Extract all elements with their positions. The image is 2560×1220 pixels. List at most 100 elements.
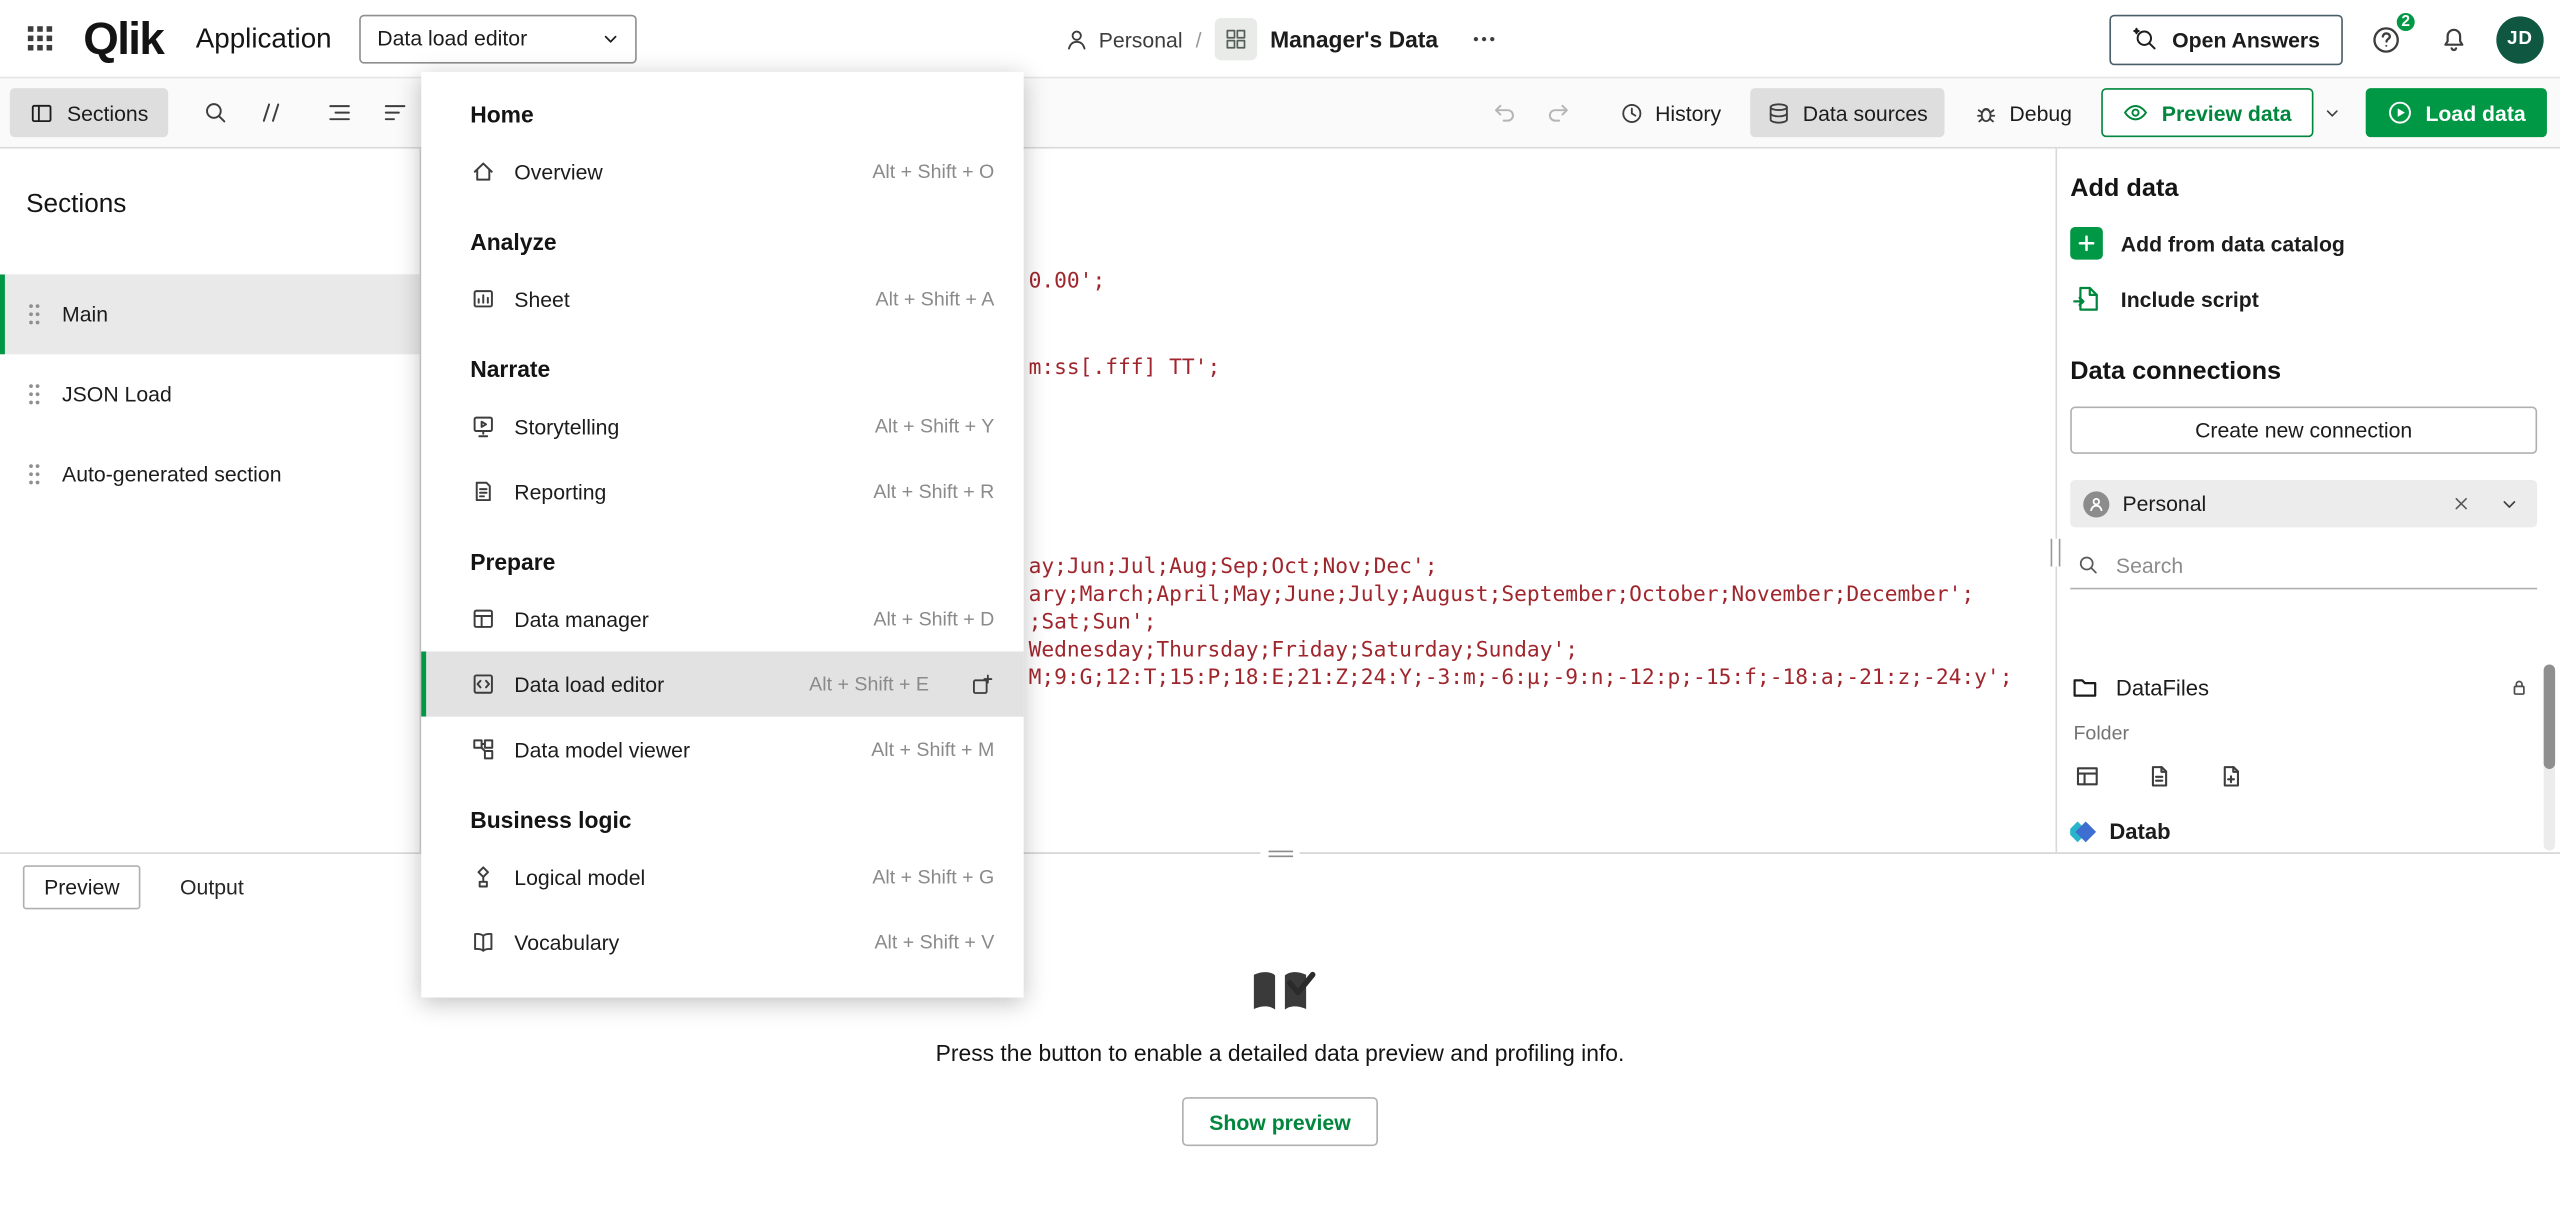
menu-item-sheet[interactable]: Sheet Alt + Shift + A xyxy=(421,266,1023,331)
menu-item-shortcut: Alt + Shift + E xyxy=(809,673,929,696)
panel-resize-handle[interactable] xyxy=(2051,539,2061,567)
sections-toggle-label: Sections xyxy=(67,100,148,124)
create-connection-button[interactable]: Create new connection xyxy=(2070,407,2537,454)
view-selector-dropdown[interactable]: Data load editor xyxy=(359,14,637,63)
menu-item-data-manager[interactable]: Data manager Alt + Shift + D xyxy=(421,586,1023,651)
data-load-editor-icon xyxy=(470,671,496,697)
section-item-label: Main xyxy=(62,302,108,326)
section-item-main[interactable]: Main xyxy=(0,274,420,354)
show-preview-button[interactable]: Show preview xyxy=(1181,1097,1378,1146)
code-line: ay;Jun;Jul;Aug;Sep;Oct;Nov;Dec'; xyxy=(1029,553,1438,581)
history-label: History xyxy=(1655,100,1721,124)
code-line: m:ss[.fff] TT'; xyxy=(1029,354,1221,382)
top-right-cluster: Open Answers 2 JD xyxy=(2110,0,2544,78)
drag-handle-icon[interactable] xyxy=(28,382,41,406)
wrap-icon xyxy=(382,100,408,126)
connector-logo-icon xyxy=(2070,824,2093,839)
menu-item-data-load-editor[interactable]: Data load editor Alt + Shift + E xyxy=(421,651,1023,716)
reporting-icon xyxy=(470,478,496,504)
include-script-icon xyxy=(2070,282,2103,315)
connection-datafiles[interactable]: DataFiles xyxy=(2070,663,2534,712)
connections-scrollbar[interactable] xyxy=(2544,664,2555,850)
chevron-down-icon xyxy=(2322,102,2343,123)
open-answers-label: Open Answers xyxy=(2172,27,2320,51)
redo-button[interactable] xyxy=(1531,88,1587,137)
space-filter-value: Personal xyxy=(2122,491,2206,515)
open-answers-button[interactable]: Open Answers xyxy=(2110,14,2343,65)
preview-empty-message: Press the button to enable a detailed da… xyxy=(936,1040,1625,1066)
preview-tab[interactable]: Preview xyxy=(23,865,141,909)
wrap-text-button[interactable] xyxy=(367,88,423,137)
app-launcher-button[interactable] xyxy=(8,7,70,69)
menu-item-overview[interactable]: Overview Alt + Shift + O xyxy=(421,139,1023,204)
preview-data-caret-button[interactable] xyxy=(2313,88,2352,137)
indent-button[interactable] xyxy=(312,88,368,137)
menu-item-reporting[interactable]: Reporting Alt + Shift + R xyxy=(421,459,1023,524)
menu-item-data-model-viewer[interactable]: Data model viewer Alt + Shift + M xyxy=(421,717,1023,782)
menu-group-title: Business logic xyxy=(421,782,1023,844)
chevron-down-icon[interactable] xyxy=(2491,486,2527,522)
include-script-button[interactable]: Include script xyxy=(2070,282,2537,315)
preview-output-panel: Preview Output Press the button to enabl… xyxy=(0,852,2560,1219)
script-icon[interactable] xyxy=(2145,762,2173,790)
sections-toggle-button[interactable]: Sections xyxy=(10,88,168,137)
menu-item-label: Data manager xyxy=(514,607,649,631)
open-new-tab-icon[interactable] xyxy=(970,672,994,696)
connections-search-input[interactable] xyxy=(2113,551,2531,579)
folder-icon xyxy=(2070,673,2099,702)
horizontal-resize-handle[interactable] xyxy=(1260,844,1299,862)
add-data-icon[interactable] xyxy=(2217,762,2245,790)
menu-item-shortcut: Alt + Shift + A xyxy=(876,287,995,310)
code-line: ary;March;April;May;June;July;August;Sep… xyxy=(1029,581,1975,609)
drag-handle-icon[interactable] xyxy=(28,462,41,486)
menu-item-shortcut: Alt + Shift + G xyxy=(872,865,994,888)
connection-partial[interactable]: Datab xyxy=(2070,820,2534,844)
history-button[interactable]: History xyxy=(1603,88,1738,137)
preview-data-button[interactable]: Preview data xyxy=(2101,88,2312,137)
include-script-label: Include script xyxy=(2121,287,2259,311)
view-selector-value: Data load editor xyxy=(377,26,527,50)
menu-item-logical-model[interactable]: Logical model Alt + Shift + G xyxy=(421,844,1023,909)
home-icon xyxy=(470,158,496,184)
app-launcher-icon xyxy=(25,24,53,52)
indent-icon xyxy=(326,100,352,126)
menu-item-shortcut: Alt + Shift + M xyxy=(871,738,994,761)
section-item-auto-generated[interactable]: Auto-generated section xyxy=(0,434,420,514)
debug-button[interactable]: Debug xyxy=(1957,88,2088,137)
app-more-menu-button[interactable] xyxy=(1461,16,1507,62)
section-list: Main JSON Load Auto-generated section xyxy=(0,274,420,514)
section-item-json-load[interactable]: JSON Load xyxy=(0,354,420,434)
menu-item-storytelling[interactable]: Storytelling Alt + Shift + Y xyxy=(421,393,1023,458)
app-name: Manager's Data xyxy=(1270,26,1438,52)
space-filter-dropdown[interactable]: Personal xyxy=(2070,480,2537,527)
user-avatar[interactable]: JD xyxy=(2496,16,2543,63)
code-line: Wednesday;Thursday;Friday;Saturday;Sunda… xyxy=(1029,637,1578,665)
bell-icon xyxy=(2439,24,2468,53)
section-item-label: JSON Load xyxy=(62,382,172,406)
app-thumbnail-icon[interactable] xyxy=(1215,18,1257,60)
lock-icon xyxy=(2508,676,2531,699)
load-data-button[interactable]: Load data xyxy=(2365,88,2547,137)
search-script-button[interactable] xyxy=(188,88,244,137)
menu-item-label: Logical model xyxy=(514,864,645,888)
connections-search xyxy=(2070,542,2537,589)
code-line: M;9:G;12:T;15:P;18:E;21:Z;24:Y;-3:m;-6:µ… xyxy=(1029,664,2013,692)
add-from-catalog-button[interactable]: Add from data catalog xyxy=(2070,227,2537,260)
data-sources-button[interactable]: Data sources xyxy=(1751,88,1945,137)
notifications-button[interactable] xyxy=(2428,13,2480,65)
data-sources-icon xyxy=(1767,100,1791,124)
breadcrumb-space[interactable]: Personal xyxy=(1064,27,1182,51)
output-tab[interactable]: Output xyxy=(180,875,244,899)
undo-button[interactable] xyxy=(1475,88,1531,137)
data-connections-panel: Add data Add from data catalog Include s… xyxy=(2056,149,2560,853)
menu-item-label: Data load editor xyxy=(514,672,664,696)
table-icon[interactable] xyxy=(2073,762,2101,790)
menu-item-vocabulary[interactable]: Vocabulary Alt + Shift + V xyxy=(421,909,1023,974)
breadcrumb-separator: / xyxy=(1196,27,1202,51)
comment-button[interactable] xyxy=(243,88,299,137)
scrollbar-thumb[interactable] xyxy=(2544,664,2555,768)
drag-handle-icon[interactable] xyxy=(28,302,41,326)
notification-badge: 2 xyxy=(2393,10,2417,34)
clear-filter-button[interactable] xyxy=(2442,486,2478,522)
vocabulary-icon xyxy=(470,929,496,955)
